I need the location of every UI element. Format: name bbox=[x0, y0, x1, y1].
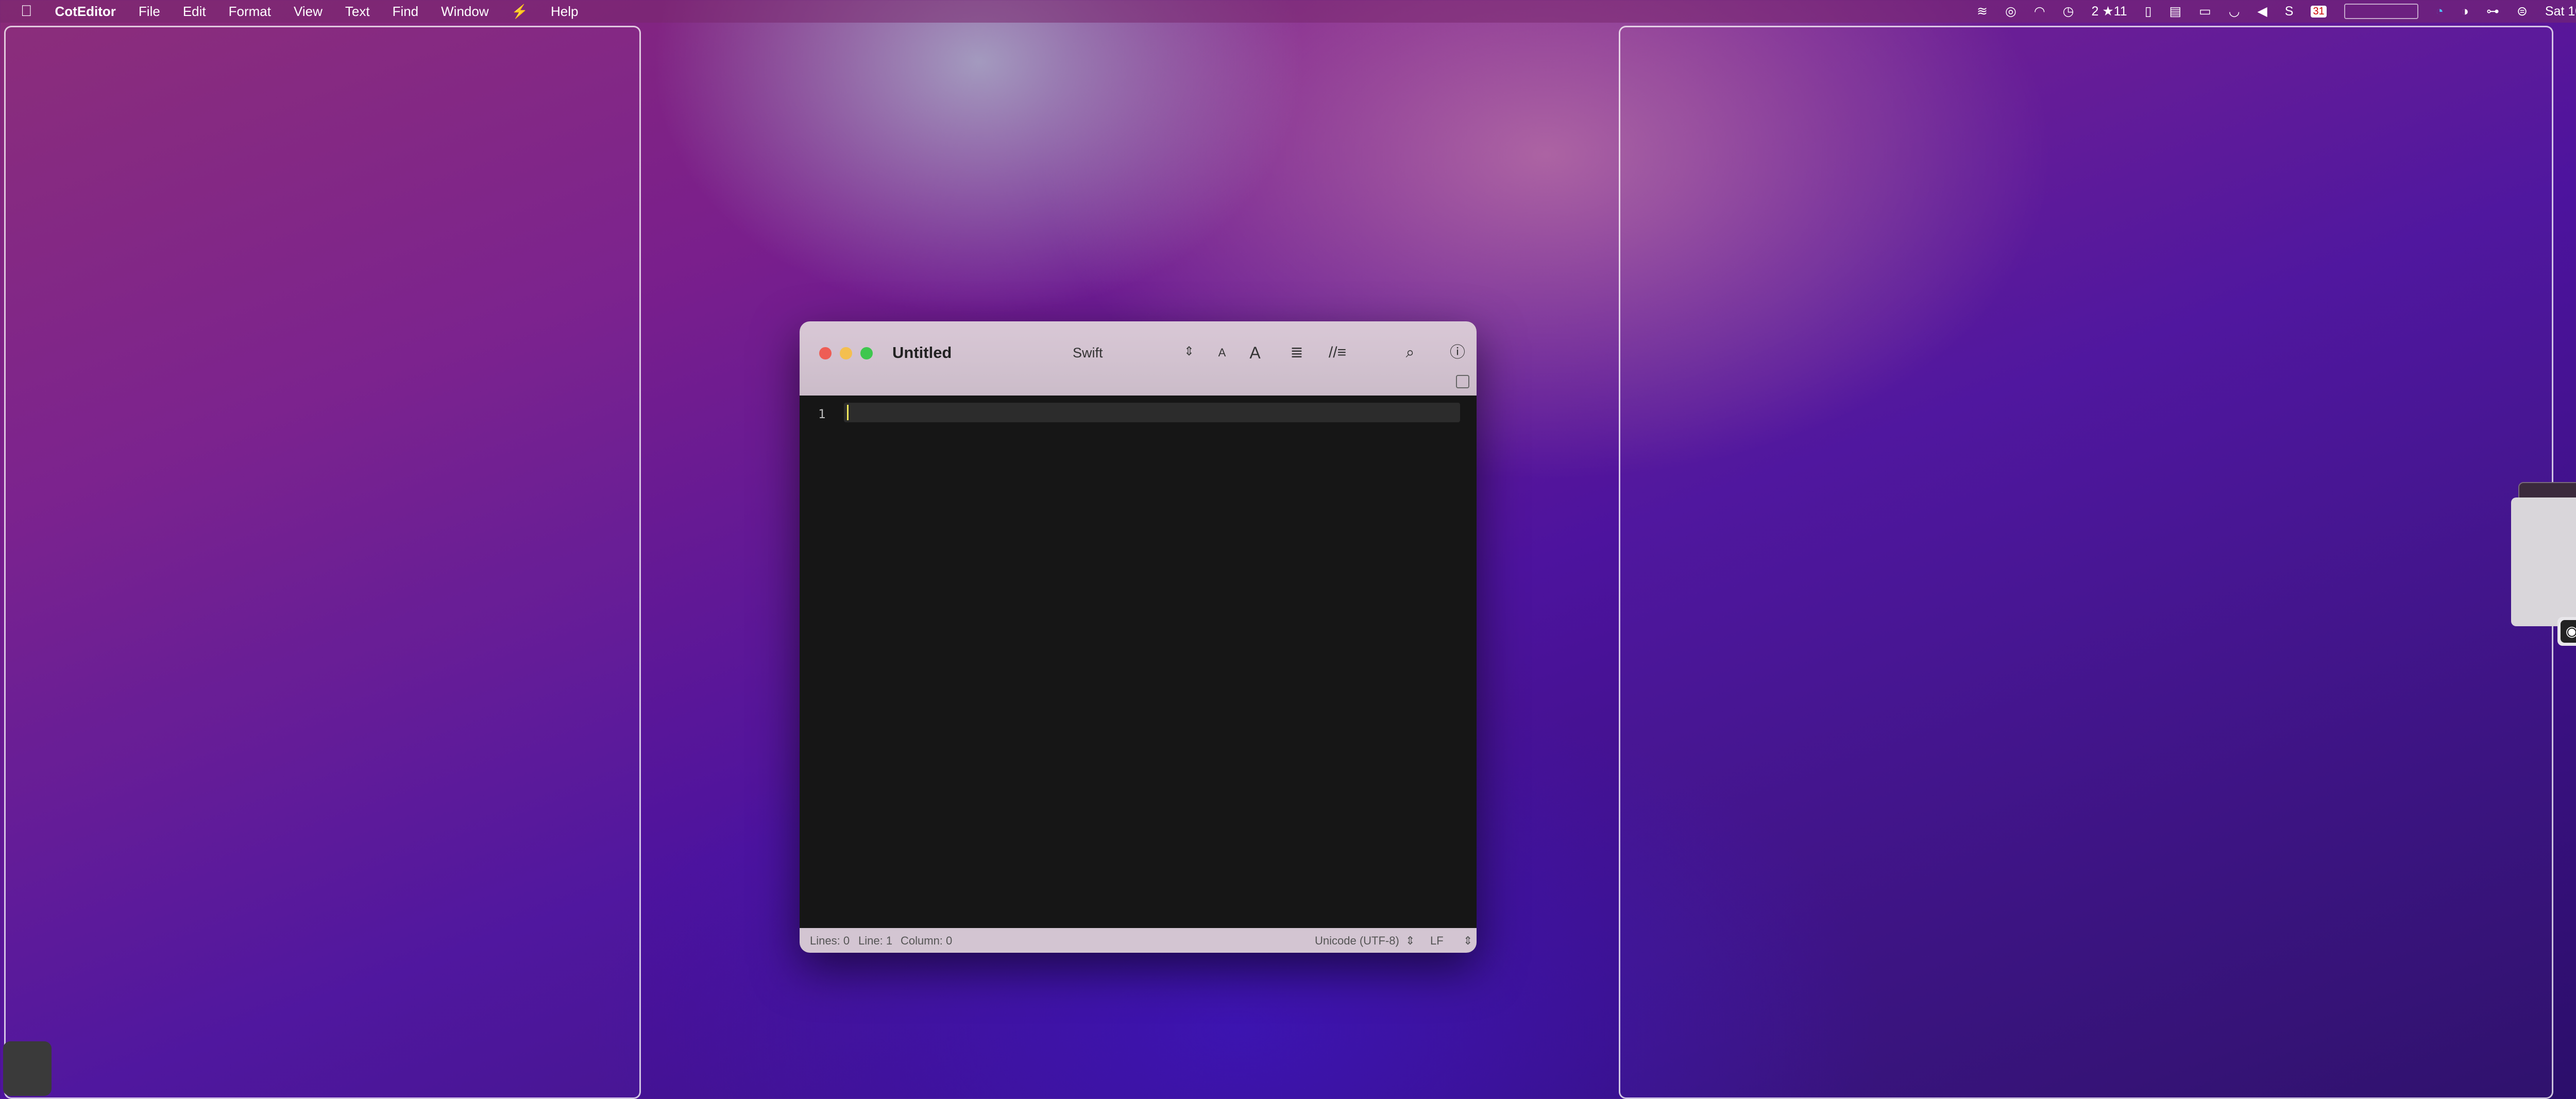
chevron-updown-icon: ⇕ bbox=[1463, 934, 1473, 947]
syntax-popup[interactable]: Swift ⇕ bbox=[1062, 340, 1201, 366]
news-icon[interactable]: ▤ bbox=[2169, 4, 2181, 19]
menu-view[interactable]: View bbox=[294, 4, 323, 20]
apple-menu-icon[interactable]:  bbox=[21, 3, 32, 20]
text-editor[interactable] bbox=[841, 396, 1477, 928]
window-title: Untitled bbox=[892, 344, 952, 362]
app-group-pill[interactable]: ◉ bbox=[2557, 617, 2576, 646]
menu-file[interactable]: File bbox=[139, 4, 160, 20]
font-smaller-button[interactable]: A bbox=[1212, 340, 1232, 366]
invisibles-icon[interactable]: ≣ bbox=[1284, 340, 1310, 366]
line-ending-popup[interactable]: LF bbox=[1430, 934, 1444, 948]
right-space-frame bbox=[1619, 26, 2553, 1099]
chevron-updown-icon: ⇕ bbox=[1405, 934, 1415, 947]
menu-script-icon[interactable]: ⚡ bbox=[512, 4, 528, 20]
split-editor-icon[interactable] bbox=[1456, 375, 1469, 388]
app-menu[interactable]: CotEditor bbox=[55, 4, 116, 20]
menu-text[interactable]: Text bbox=[345, 4, 370, 20]
font-larger-button[interactable]: A bbox=[1244, 340, 1266, 366]
desktop-widget[interactable] bbox=[3, 1041, 52, 1096]
encoding-popup[interactable]: Unicode (UTF-8) bbox=[1315, 934, 1399, 948]
menu-bar:  CotEditor File Edit Format View Text F… bbox=[0, 0, 2576, 23]
ring-icon[interactable]: ◔ bbox=[2436, 4, 2444, 19]
line-number-gutter: 1 bbox=[800, 396, 841, 928]
chevron-updown-icon: ⇕ bbox=[1183, 345, 1194, 358]
menu-window[interactable]: Window bbox=[441, 4, 488, 20]
minimize-button[interactable] bbox=[840, 347, 852, 359]
status-line: Line: 1 bbox=[858, 934, 893, 947]
menubar-clock[interactable]: Sat 10 28 AM bbox=[2545, 4, 2576, 19]
status-lines: Lines: 0 bbox=[810, 934, 850, 947]
sidebar-icon[interactable]: ▯ bbox=[2145, 4, 2152, 19]
magnifier-icon[interactable]: ⌕ bbox=[1397, 340, 1423, 366]
menu-help[interactable]: Help bbox=[551, 4, 578, 20]
status-column: Column: 0 bbox=[901, 934, 953, 947]
progress-ring-icon[interactable]: ◑ bbox=[2461, 4, 2469, 19]
s-app-icon[interactable]: S bbox=[2285, 4, 2294, 19]
text-caret bbox=[847, 405, 849, 420]
info-icon[interactable]: ⓘ bbox=[1445, 340, 1470, 366]
left-space-frame bbox=[4, 26, 641, 1099]
cpu-graph-icon[interactable] bbox=[2344, 4, 2418, 19]
editor-window: Untitled Swift ⇕ A A ≣ //≡ ⌕ ⓘ 1 Lines: … bbox=[800, 321, 1477, 953]
window-titlebar: Untitled Swift ⇕ A A ≣ //≡ ⌕ ⓘ bbox=[800, 321, 1477, 396]
menubar-gauge-icon[interactable]: ◠ bbox=[2034, 4, 2045, 19]
display-icon[interactable]: ▭ bbox=[2199, 4, 2211, 19]
menu-edit[interactable]: Edit bbox=[183, 4, 206, 20]
zoom-button[interactable] bbox=[860, 347, 873, 359]
wifi-icon[interactable]: ◡ bbox=[2229, 4, 2240, 19]
stage-manager-thumbnails[interactable]: ◉ bbox=[2511, 482, 2576, 646]
syntax-label: Swift bbox=[1073, 345, 1103, 360]
time-machine-icon[interactable]: ◷ bbox=[2063, 4, 2074, 19]
rss-icon: ◉ bbox=[2561, 620, 2576, 643]
menubar-list-icon[interactable]: ≋ bbox=[1977, 4, 1988, 19]
menubar-target-icon[interactable]: ◎ bbox=[2005, 4, 2016, 19]
comment-toggle-icon[interactable]: //≡ bbox=[1323, 340, 1352, 366]
glasses-icon[interactable]: ⊶ bbox=[2486, 4, 2499, 19]
close-button[interactable] bbox=[819, 347, 832, 359]
menu-find[interactable]: Find bbox=[393, 4, 419, 20]
volume-icon[interactable]: ◀ bbox=[2258, 4, 2267, 19]
current-line-highlight bbox=[844, 403, 1460, 422]
calendar-icon[interactable]: 31 bbox=[2311, 5, 2327, 18]
window-thumbnail[interactable] bbox=[2511, 497, 2576, 626]
status-bar: Lines: 0 Line: 1 Column: 0 Unicode (UTF-… bbox=[800, 928, 1477, 953]
control-center-icon[interactable]: ⊜ bbox=[2517, 4, 2528, 19]
menu-format[interactable]: Format bbox=[229, 4, 271, 20]
line-number: 1 bbox=[818, 407, 826, 421]
status-badge[interactable]: 2 ★11 bbox=[2091, 4, 2127, 19]
